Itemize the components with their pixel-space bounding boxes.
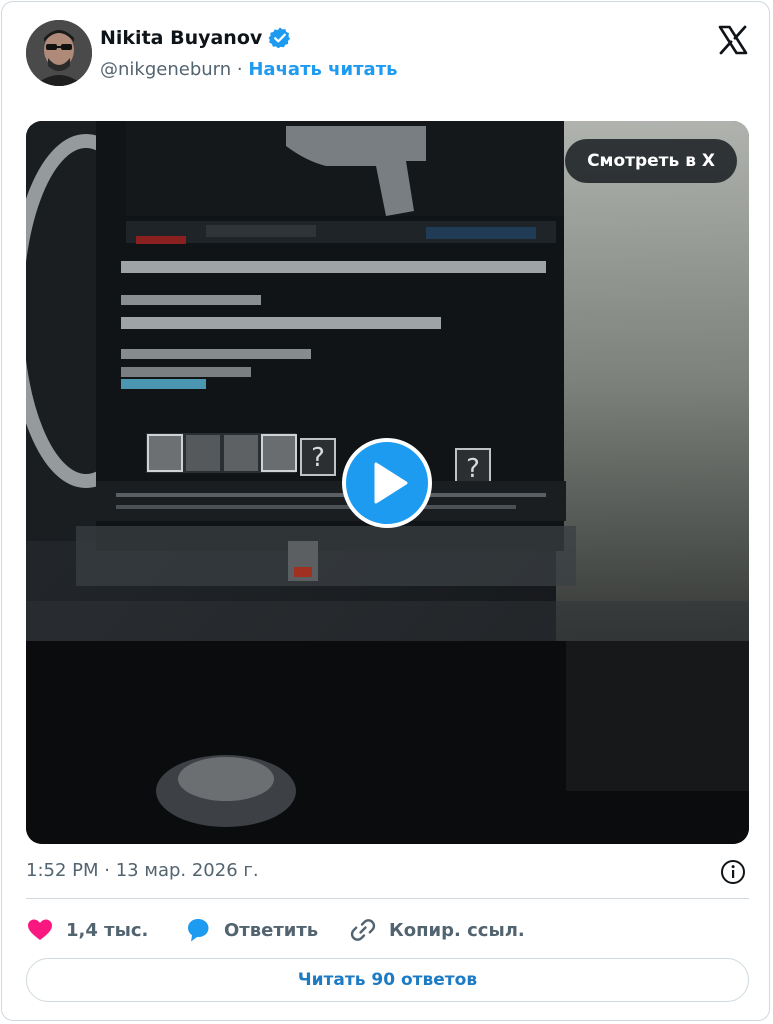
like-button[interactable]: 1,4 тыс.: [26, 912, 148, 948]
avatar[interactable]: [26, 20, 92, 86]
handle-separator: ·: [236, 59, 243, 80]
svg-text:?: ?: [466, 454, 480, 484]
play-icon[interactable]: [342, 438, 432, 528]
like-count: 1,4 тыс.: [66, 919, 149, 941]
reply-button[interactable]: Ответить: [184, 912, 318, 948]
copy-link-button[interactable]: Копир. ссыл.: [349, 912, 525, 948]
reply-label: Ответить: [224, 919, 319, 941]
follow-button[interactable]: Начать читать: [248, 59, 397, 80]
post-timestamp[interactable]: 1:52 PM · 13 мар. 2026 г.: [26, 860, 259, 881]
copy-link-label: Копир. ссыл.: [389, 919, 525, 941]
read-replies-button[interactable]: Читать 90 ответов: [26, 958, 749, 1002]
link-icon: [350, 919, 376, 941]
divider: [26, 898, 749, 899]
speech-bubble-icon: [188, 919, 209, 942]
timestamp-separator: ·: [104, 860, 110, 881]
svg-text:?: ?: [311, 443, 325, 473]
author-handle[interactable]: @nikgeneburn: [100, 59, 231, 80]
post-time: 1:52 PM: [26, 860, 99, 881]
heart-icon: [28, 919, 52, 940]
post-card: Nikita Buyanov @nikgeneburn · Начать чит…: [1, 1, 770, 1021]
post-date: 13 мар. 2026 г.: [115, 860, 259, 881]
x-logo-icon[interactable]: [717, 24, 749, 56]
info-icon[interactable]: [720, 859, 746, 885]
watch-on-x-button[interactable]: Смотреть в X: [565, 139, 737, 183]
author-name-row: Nikita Buyanov: [100, 26, 292, 50]
verified-badge-icon: [268, 26, 292, 50]
video-player[interactable]: ? ? Смотреть в X: [26, 121, 749, 844]
author-name[interactable]: Nikita Buyanov: [100, 27, 262, 49]
handle-row: @nikgeneburn · Начать читать: [100, 59, 398, 80]
